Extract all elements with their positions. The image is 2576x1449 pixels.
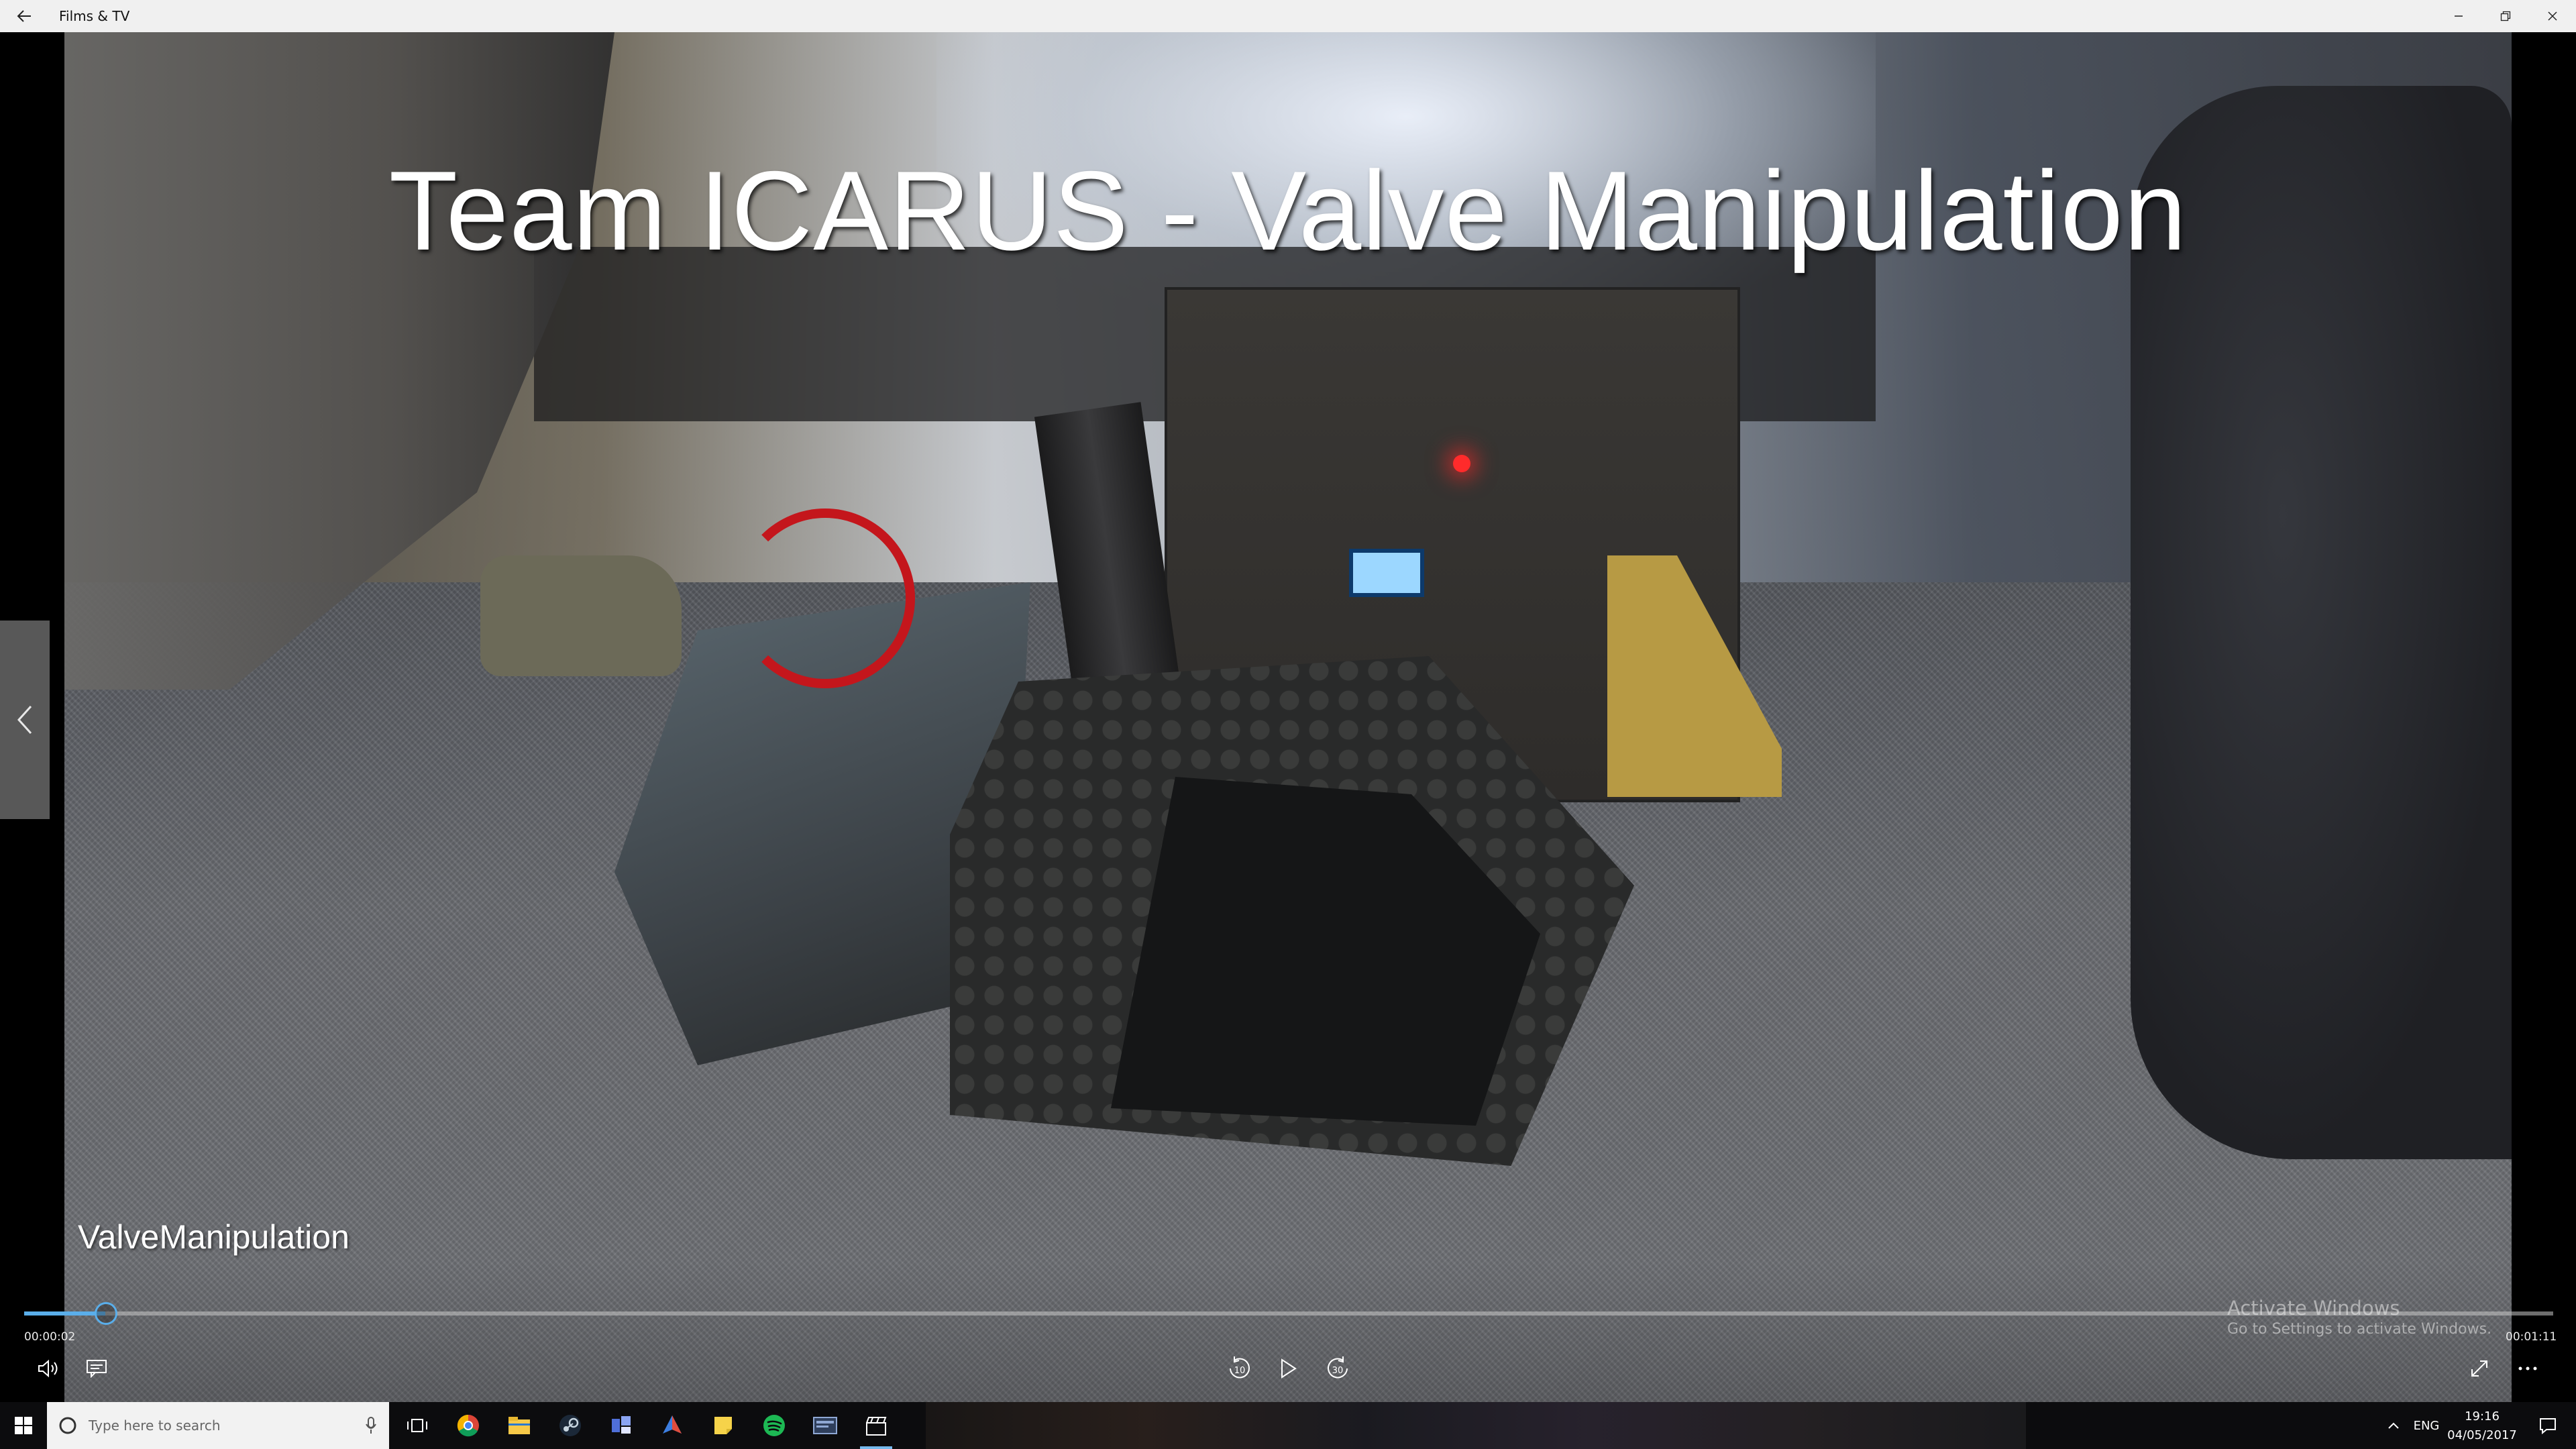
taskbar-sticky-notes[interactable] <box>703 1409 743 1442</box>
skip-forward-button[interactable]: 30 <box>1318 1350 1358 1387</box>
chevron-left-icon <box>17 705 32 735</box>
minimize-button[interactable] <box>2435 0 2482 32</box>
taskbar-clock[interactable]: 19:16 04/05/2017 <box>2442 1407 2522 1445</box>
chrome-icon <box>457 1414 479 1437</box>
volume-icon <box>38 1359 58 1378</box>
current-time: 00:00:02 <box>24 1330 76 1344</box>
subtitles-icon <box>87 1360 107 1378</box>
tracked-robot <box>534 402 1641 1246</box>
app-icon <box>663 1415 682 1434</box>
file-explorer-icon <box>508 1417 530 1434</box>
skip-forward-label: 30 <box>1332 1366 1344 1376</box>
seek-bar-thumb[interactable] <box>94 1302 117 1325</box>
more-options-button[interactable] <box>2508 1350 2548 1387</box>
restore-icon <box>2500 11 2511 21</box>
skip-back-label: 10 <box>1234 1366 1246 1376</box>
app-icon <box>813 1417 837 1434</box>
seek-bar-progress <box>24 1311 105 1316</box>
close-button[interactable] <box>2529 0 2576 32</box>
taskbar-films-tv[interactable] <box>856 1409 896 1449</box>
cortana-icon <box>59 1417 76 1434</box>
action-center-button[interactable] <box>2529 1402 2567 1449</box>
close-icon <box>2548 11 2557 21</box>
seek-bar[interactable] <box>24 1302 2553 1325</box>
video-frame[interactable]: Team ICARUS - Valve Manipulation <box>64 32 2512 1402</box>
app-icon <box>612 1416 631 1434</box>
input-language[interactable]: ENG <box>2410 1402 2443 1449</box>
total-time: 00:01:11 <box>2506 1330 2557 1344</box>
subtitles-button[interactable] <box>76 1350 117 1387</box>
more-icon <box>2518 1366 2537 1371</box>
title-bar: Films & TV <box>0 0 2576 32</box>
restore-button[interactable] <box>2482 0 2529 32</box>
taskbar-app-9[interactable] <box>805 1409 845 1442</box>
full-screen-icon <box>2471 1360 2487 1377</box>
films-tv-window: Films & TV Team ICARUS - Valve Manipulat… <box>0 0 2576 1402</box>
chevron-up-icon <box>2388 1422 2399 1429</box>
taskbar-file-explorer[interactable] <box>499 1409 539 1442</box>
play-button[interactable] <box>1268 1350 1308 1387</box>
sticky-notes-icon <box>714 1417 732 1434</box>
taskbar-search-box[interactable]: Type here to search <box>47 1402 389 1449</box>
clock-time: 19:16 <box>2465 1409 2500 1424</box>
skip-forward-30-icon: 30 <box>1328 1356 1348 1379</box>
taskbar-app-5[interactable] <box>601 1409 641 1442</box>
notifications-icon <box>2540 1418 2556 1434</box>
films-tv-icon <box>866 1417 887 1436</box>
volume-button[interactable] <box>28 1350 68 1387</box>
taskbar-steam[interactable] <box>550 1409 590 1442</box>
steam-icon <box>559 1415 581 1436</box>
clock-date: 04/05/2017 <box>2447 1428 2517 1442</box>
spotify-icon <box>763 1415 785 1436</box>
taskbar-app-6[interactable] <box>652 1409 692 1442</box>
full-screen-button[interactable] <box>2459 1350 2500 1387</box>
taskbar-wallpaper-strip <box>926 1402 2026 1449</box>
start-button[interactable] <box>0 1402 47 1449</box>
taskbar-chrome[interactable] <box>448 1409 488 1442</box>
skip-back-button[interactable]: 10 <box>1220 1350 1260 1387</box>
minimize-icon <box>2455 15 2463 17</box>
skip-back-10-icon: 10 <box>1230 1356 1250 1379</box>
taskbar: Type here to search ENG 19:16 04/05/2017 <box>0 1402 2576 1449</box>
watermark-title: Activate Windows <box>2227 1297 2400 1320</box>
app-title: Films & TV <box>59 8 130 24</box>
microphone-icon[interactable] <box>365 1416 377 1435</box>
show-hidden-icons-button[interactable] <box>2380 1402 2407 1449</box>
search-placeholder: Type here to search <box>89 1417 221 1434</box>
task-view-icon <box>407 1419 427 1432</box>
video-overlay-title: Team ICARUS - Valve Manipulation <box>388 148 2188 274</box>
task-view-button[interactable] <box>397 1409 437 1442</box>
taskbar-spotify[interactable] <box>754 1409 794 1442</box>
previous-item-button[interactable] <box>0 621 50 819</box>
back-button[interactable] <box>9 1 39 31</box>
activate-windows-watermark: Activate Windows Go to Settings to activ… <box>2227 1297 2491 1338</box>
windows-logo-icon <box>15 1417 32 1434</box>
watermark-subtitle: Go to Settings to activate Windows. <box>2227 1321 2492 1338</box>
play-icon <box>1281 1358 1297 1379</box>
media-file-name: ValveManipulation <box>78 1218 350 1256</box>
back-arrow-icon <box>17 10 31 22</box>
